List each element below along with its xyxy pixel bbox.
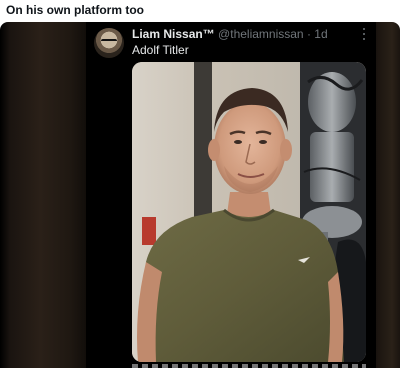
next-row-cutoff [132,364,366,368]
tweet-card[interactable]: Liam Nissan™ @theliamnissan · 1d Adolf T… [86,22,376,368]
avatar[interactable] [94,28,124,58]
photo-illustration [132,62,366,362]
timestamp[interactable]: 1d [314,27,327,41]
more-options-icon[interactable] [362,28,366,40]
tweet-screenshot: Liam Nissan™ @theliamnissan · 1d Adolf T… [0,22,400,368]
separator-dot: · [306,27,311,41]
tweet-media-photo[interactable] [132,62,366,362]
avatar-glasses-icon [101,39,117,45]
tweet-text: Adolf Titler [132,43,189,57]
handle[interactable]: @theliamnissan [218,27,304,41]
meme-post: On his own platform too Liam Nissan™ @th… [0,0,400,368]
tweet-author-row: Liam Nissan™ @theliamnissan · 1d [132,26,370,42]
post-caption: On his own platform too [6,3,144,17]
display-name[interactable]: Liam Nissan™ [132,27,215,41]
